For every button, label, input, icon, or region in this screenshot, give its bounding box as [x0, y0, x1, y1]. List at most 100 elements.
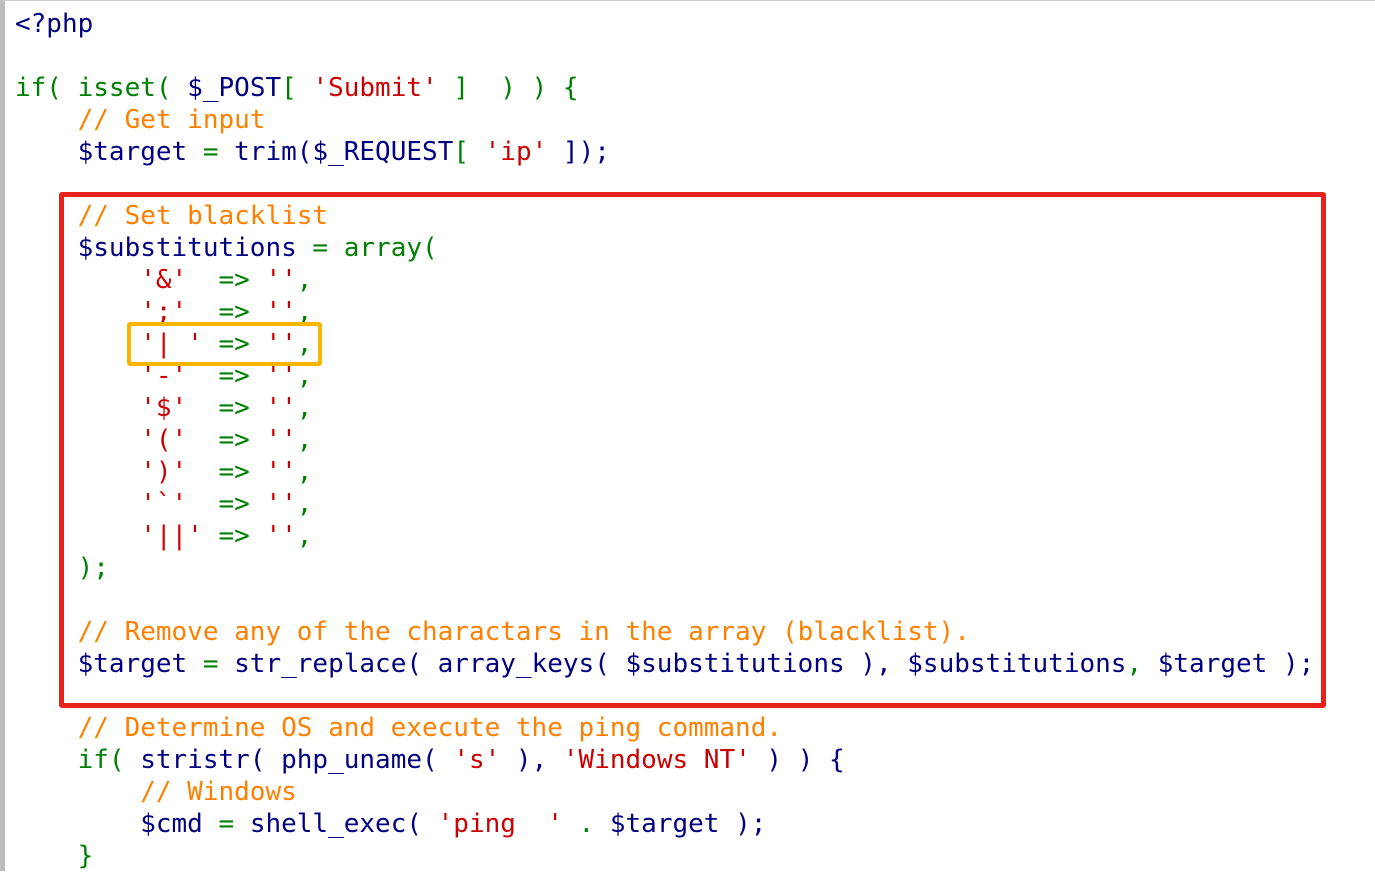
code-token: // Windows [15, 777, 297, 807]
code-token: , [296, 297, 313, 327]
code-token: shell_exec( [249, 809, 438, 839]
code-token: php_uname( [281, 745, 454, 775]
code-line-13: '$' => '', [15, 392, 312, 424]
code-token: array_keys( [437, 649, 626, 679]
code-token: // Get input [15, 105, 266, 135]
code-token: '' [265, 361, 297, 391]
code-token: $substitutions [15, 233, 297, 263]
code-token: = [187, 137, 235, 167]
code-token: if( [15, 745, 141, 775]
code-token: isset( [77, 73, 188, 103]
code-token: $target [15, 649, 188, 679]
code-token: ] ) ) { [437, 73, 579, 103]
code-token: ) ) { [750, 745, 845, 775]
code-token: ); [1267, 649, 1315, 679]
code-token: 'Windows NT' [562, 745, 751, 775]
code-token: if( [15, 73, 78, 103]
code-line-18: ); [15, 552, 109, 584]
code-token: => [187, 457, 266, 487]
code-token: stristr( [140, 745, 282, 775]
code-token: $cmd [15, 809, 203, 839]
code-token: '-' [15, 361, 188, 391]
code-line-25: // Windows [15, 776, 297, 808]
code-line-27: } [15, 840, 94, 872]
code-line-8: $substitutions = array( [15, 232, 438, 264]
code-token: $substitutions [907, 649, 1127, 679]
code-line-4: // Get input [15, 104, 266, 136]
code-token: $target [609, 809, 720, 839]
code-token: '' [265, 425, 297, 455]
code-token: => [187, 265, 266, 295]
code-token: => [187, 297, 266, 327]
code-token: '' [265, 521, 297, 551]
code-token: => [187, 425, 266, 455]
code-line-11: '| ' => '', [15, 328, 312, 360]
code-token: = [187, 649, 235, 679]
code-token: 'ip' [484, 137, 548, 167]
code-token: '$' [15, 393, 188, 423]
code-token: => [187, 489, 266, 519]
code-token: trim( [234, 137, 313, 167]
code-token: $_REQUEST [312, 137, 454, 167]
code-line-12: '-' => '', [15, 360, 312, 392]
code-token: , [296, 265, 313, 295]
code-line-24: if( stristr( php_uname( 's' ), 'Windows … [15, 744, 845, 776]
code-token: ), [500, 745, 563, 775]
code-token: , [1126, 649, 1158, 679]
code-token: str_replace( [234, 649, 438, 679]
code-token: = [296, 233, 344, 263]
code-token: $_POST [187, 73, 282, 103]
code-token: ]); [547, 137, 610, 167]
code-line-21: $target = str_replace( array_keys( $subs… [15, 648, 1315, 680]
code-line-3: if( isset( $_POST[ 'Submit' ] ) ) { [15, 72, 579, 104]
code-token: 's' [453, 745, 501, 775]
code-token: , [296, 489, 313, 519]
code-token: => [202, 329, 266, 359]
code-token: ';' [15, 297, 188, 327]
code-token: 'Submit' [312, 73, 438, 103]
code-token: // Set blacklist [15, 201, 329, 231]
code-token: => [187, 393, 266, 423]
code-token: $substitutions [625, 649, 845, 679]
code-token: // Remove any of the charactars in the a… [15, 617, 970, 647]
code-token: '' [265, 329, 297, 359]
code-line-9: '&' => '', [15, 264, 312, 296]
code-view: <?php if( isset( $_POST[ 'Submit' ] ) ) {… [0, 0, 1375, 871]
code-token: '' [265, 489, 297, 519]
code-token: '' [265, 265, 297, 295]
code-line-7: // Set blacklist [15, 200, 328, 232]
code-token: '' [265, 393, 297, 423]
code-token: ); [15, 553, 109, 583]
code-token: , [296, 329, 313, 359]
code-token: $target [1157, 649, 1268, 679]
code-token: '| ' [15, 329, 203, 359]
code-line-14: '(' => '', [15, 424, 312, 456]
code-token: '&' [15, 265, 188, 295]
code-token: '`' [15, 489, 188, 519]
code-token: $target [15, 137, 188, 167]
code-token: , [296, 521, 313, 551]
code-line-1: <?php [15, 8, 93, 40]
code-token: [ [281, 73, 313, 103]
code-token: , [296, 425, 313, 455]
code-token: => [202, 521, 266, 551]
code-token: = [202, 809, 250, 839]
code-line-10: ';' => '', [15, 296, 312, 328]
code-line-26: $cmd = shell_exec( 'ping ' . $target ); [15, 808, 766, 840]
code-token: ); [719, 809, 767, 839]
code-token: '||' [15, 521, 203, 551]
code-line-15: ')' => '', [15, 456, 312, 488]
code-token: , [296, 393, 313, 423]
code-line-23: // Determine OS and execute the ping com… [15, 712, 782, 744]
code-token: ')' [15, 457, 188, 487]
code-token: array( [343, 233, 438, 263]
code-token: <?php [15, 9, 94, 39]
code-token: // Determine OS and execute the ping com… [15, 713, 783, 743]
code-token: '' [265, 457, 297, 487]
code-line-16: '`' => '', [15, 488, 312, 520]
code-line-5: $target = trim($_REQUEST[ 'ip' ]); [15, 136, 610, 168]
code-line-17: '||' => '', [15, 520, 312, 552]
code-token: => [187, 361, 266, 391]
code-token: 'ping ' [437, 809, 563, 839]
code-token: } [15, 841, 94, 871]
